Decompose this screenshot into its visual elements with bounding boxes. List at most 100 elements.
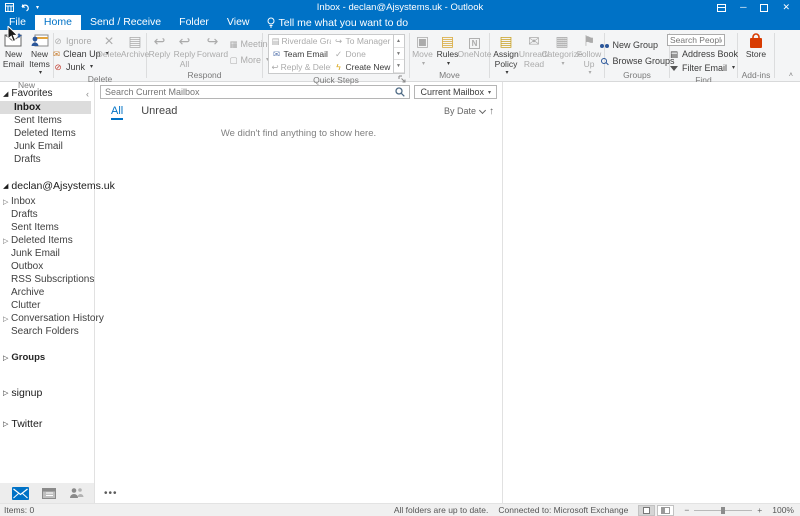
- favorites-item-deleted-items[interactable]: Deleted Items: [0, 127, 94, 140]
- account-item-clutter[interactable]: Clutter: [0, 299, 94, 312]
- filter-tab-all[interactable]: All: [111, 105, 123, 117]
- ribbon-display-options-icon[interactable]: [717, 4, 726, 12]
- sort-direction-up-icon[interactable]: ↑: [489, 106, 494, 117]
- quick-step-reply-delete[interactable]: Reply & Delete: [269, 60, 331, 73]
- onenote-button[interactable]: N OneNote: [460, 31, 489, 60]
- collapsed-triangle-icon[interactable]: ▷: [3, 198, 8, 206]
- meeting-button[interactable]: Meeting: [228, 37, 262, 50]
- new-items-button[interactable]: New Items: [27, 31, 53, 79]
- favorites-item-drafts[interactable]: Drafts: [0, 153, 94, 166]
- tab-send-receive[interactable]: Send / Receive: [81, 15, 170, 30]
- groups-section-header[interactable]: ▷ Groups: [0, 352, 94, 363]
- account-header[interactable]: ◢ declan@Ajsystems.uk: [0, 178, 94, 195]
- junk-button[interactable]: Junk: [51, 60, 97, 73]
- account-item-conversation-history[interactable]: ▷ Conversation History: [0, 312, 94, 325]
- filter-email-button[interactable]: Filter Email: [667, 61, 740, 74]
- new-group-button[interactable]: New Group: [597, 38, 676, 51]
- zoom-thumb[interactable]: [721, 507, 725, 514]
- archive-icon: [128, 33, 141, 50]
- archive-button[interactable]: Archive: [121, 31, 149, 60]
- tab-view[interactable]: View: [218, 15, 259, 30]
- gallery-scrollbar[interactable]: ▲ ▼ ▼: [393, 35, 404, 73]
- account-label: Twitter: [11, 418, 42, 430]
- ribbon-group-delete: Ignore Clean Up Junk Delete Archive: [54, 30, 146, 81]
- zoom-track[interactable]: [694, 510, 752, 511]
- favorites-item-junk-email[interactable]: Junk Email: [0, 140, 94, 153]
- tell-me-box[interactable]: Tell me what you want to do: [259, 15, 409, 30]
- categorize-icon: [555, 33, 568, 50]
- collapse-ribbon-icon[interactable]: ˄: [789, 72, 793, 79]
- account-item-inbox[interactable]: ▷ Inbox: [0, 195, 94, 208]
- close-icon[interactable]: ✕: [782, 2, 790, 13]
- zoom-in-icon[interactable]: +: [757, 505, 762, 515]
- rules-button[interactable]: Rules: [435, 31, 460, 69]
- maximize-icon[interactable]: [760, 4, 768, 12]
- more-respond-button[interactable]: More: [228, 53, 262, 66]
- account-item-rss-subscriptions[interactable]: RSS Subscriptions: [0, 273, 94, 286]
- quick-step-create-new[interactable]: Create New: [331, 60, 393, 73]
- quick-step-riverdale-grange[interactable]: Riverdale Grange: [269, 35, 331, 48]
- categorize-button[interactable]: Categorize: [548, 31, 576, 69]
- new-email-button[interactable]: New Email: [1, 31, 27, 69]
- gallery-scroll-down-icon[interactable]: ▼: [394, 48, 404, 61]
- tab-folder[interactable]: Folder: [170, 15, 218, 30]
- quick-step-label: Reply & Delete: [281, 62, 331, 72]
- search-scope-dropdown[interactable]: Current Mailbox: [414, 85, 497, 99]
- navigation-bar: •••: [0, 483, 118, 503]
- minimize-folder-pane-icon[interactable]: ‹: [86, 89, 92, 99]
- gallery-scroll-up-icon[interactable]: ▲: [394, 35, 404, 48]
- calendar-nav-button[interactable]: [42, 487, 56, 499]
- favorites-item-sent-items[interactable]: Sent Items: [0, 114, 94, 127]
- account-header-signup[interactable]: ▷ signup: [0, 385, 94, 402]
- ignore-button[interactable]: Ignore: [51, 34, 97, 47]
- sort-control[interactable]: By Date ↑: [444, 106, 494, 117]
- search-people-input[interactable]: [667, 34, 725, 46]
- account-item-sent-items[interactable]: Sent Items: [0, 221, 94, 234]
- account-item-deleted-items[interactable]: ▷ Deleted Items: [0, 234, 94, 247]
- search-box[interactable]: [100, 85, 410, 99]
- store-button[interactable]: Store: [741, 31, 771, 60]
- magnifier-icon[interactable]: [395, 87, 409, 97]
- search-input[interactable]: [101, 87, 395, 97]
- address-book-button[interactable]: Address Book: [667, 47, 740, 60]
- collapsed-triangle-icon[interactable]: ▷: [3, 237, 8, 245]
- favorites-header[interactable]: ◢ Favorites ‹: [0, 86, 94, 101]
- account-item-archive[interactable]: Archive: [0, 286, 94, 299]
- quick-step-team-email[interactable]: Team Email: [269, 48, 331, 61]
- reply-delete-icon: [272, 62, 279, 72]
- assign-policy-button[interactable]: Assign Policy: [492, 31, 520, 79]
- mail-nav-button[interactable]: [12, 487, 29, 500]
- favorites-item-inbox[interactable]: Inbox: [0, 101, 91, 114]
- account-item-search-folders[interactable]: Search Folders: [0, 325, 94, 338]
- quick-step-done[interactable]: Done: [331, 48, 393, 61]
- quick-step-to-manager[interactable]: To Manager: [331, 35, 393, 48]
- delete-button[interactable]: Delete: [97, 31, 121, 60]
- tab-file[interactable]: File: [0, 15, 35, 30]
- reply-all-button[interactable]: Reply All: [172, 31, 198, 69]
- account-header-twitter[interactable]: ▷ Twitter: [0, 416, 94, 433]
- customize-caret-icon[interactable]: ▾: [36, 4, 39, 11]
- zoom-out-icon[interactable]: −: [684, 505, 689, 515]
- connection-status[interactable]: Connected to: Microsoft Exchange: [498, 505, 628, 515]
- move-button[interactable]: Move: [410, 31, 435, 69]
- browse-groups-button[interactable]: Browse Groups: [597, 54, 676, 67]
- app-icon[interactable]: [5, 2, 14, 13]
- account-item-junk-email[interactable]: Junk Email: [0, 247, 94, 260]
- tab-home[interactable]: Home: [35, 15, 81, 30]
- people-nav-button[interactable]: [69, 487, 84, 499]
- more-nav-button[interactable]: •••: [94, 488, 118, 499]
- minimize-icon[interactable]: ─: [740, 2, 746, 13]
- clean-up-button[interactable]: Clean Up: [51, 47, 97, 60]
- zoom-level[interactable]: 100%: [772, 505, 794, 515]
- quick-steps-dialog-launcher-icon[interactable]: [398, 71, 407, 80]
- filter-tab-unread[interactable]: Unread: [141, 105, 177, 117]
- forward-button[interactable]: Forward: [198, 31, 228, 60]
- collapsed-triangle-icon[interactable]: ▷: [3, 315, 8, 323]
- account-item-drafts[interactable]: Drafts: [0, 208, 94, 221]
- reading-view-button[interactable]: [657, 505, 674, 516]
- normal-view-button[interactable]: [638, 505, 655, 516]
- search-row: Current Mailbox: [95, 82, 502, 101]
- reply-button[interactable]: Reply: [148, 31, 172, 60]
- undo-icon[interactable]: [20, 2, 30, 13]
- account-item-outbox[interactable]: Outbox: [0, 260, 94, 273]
